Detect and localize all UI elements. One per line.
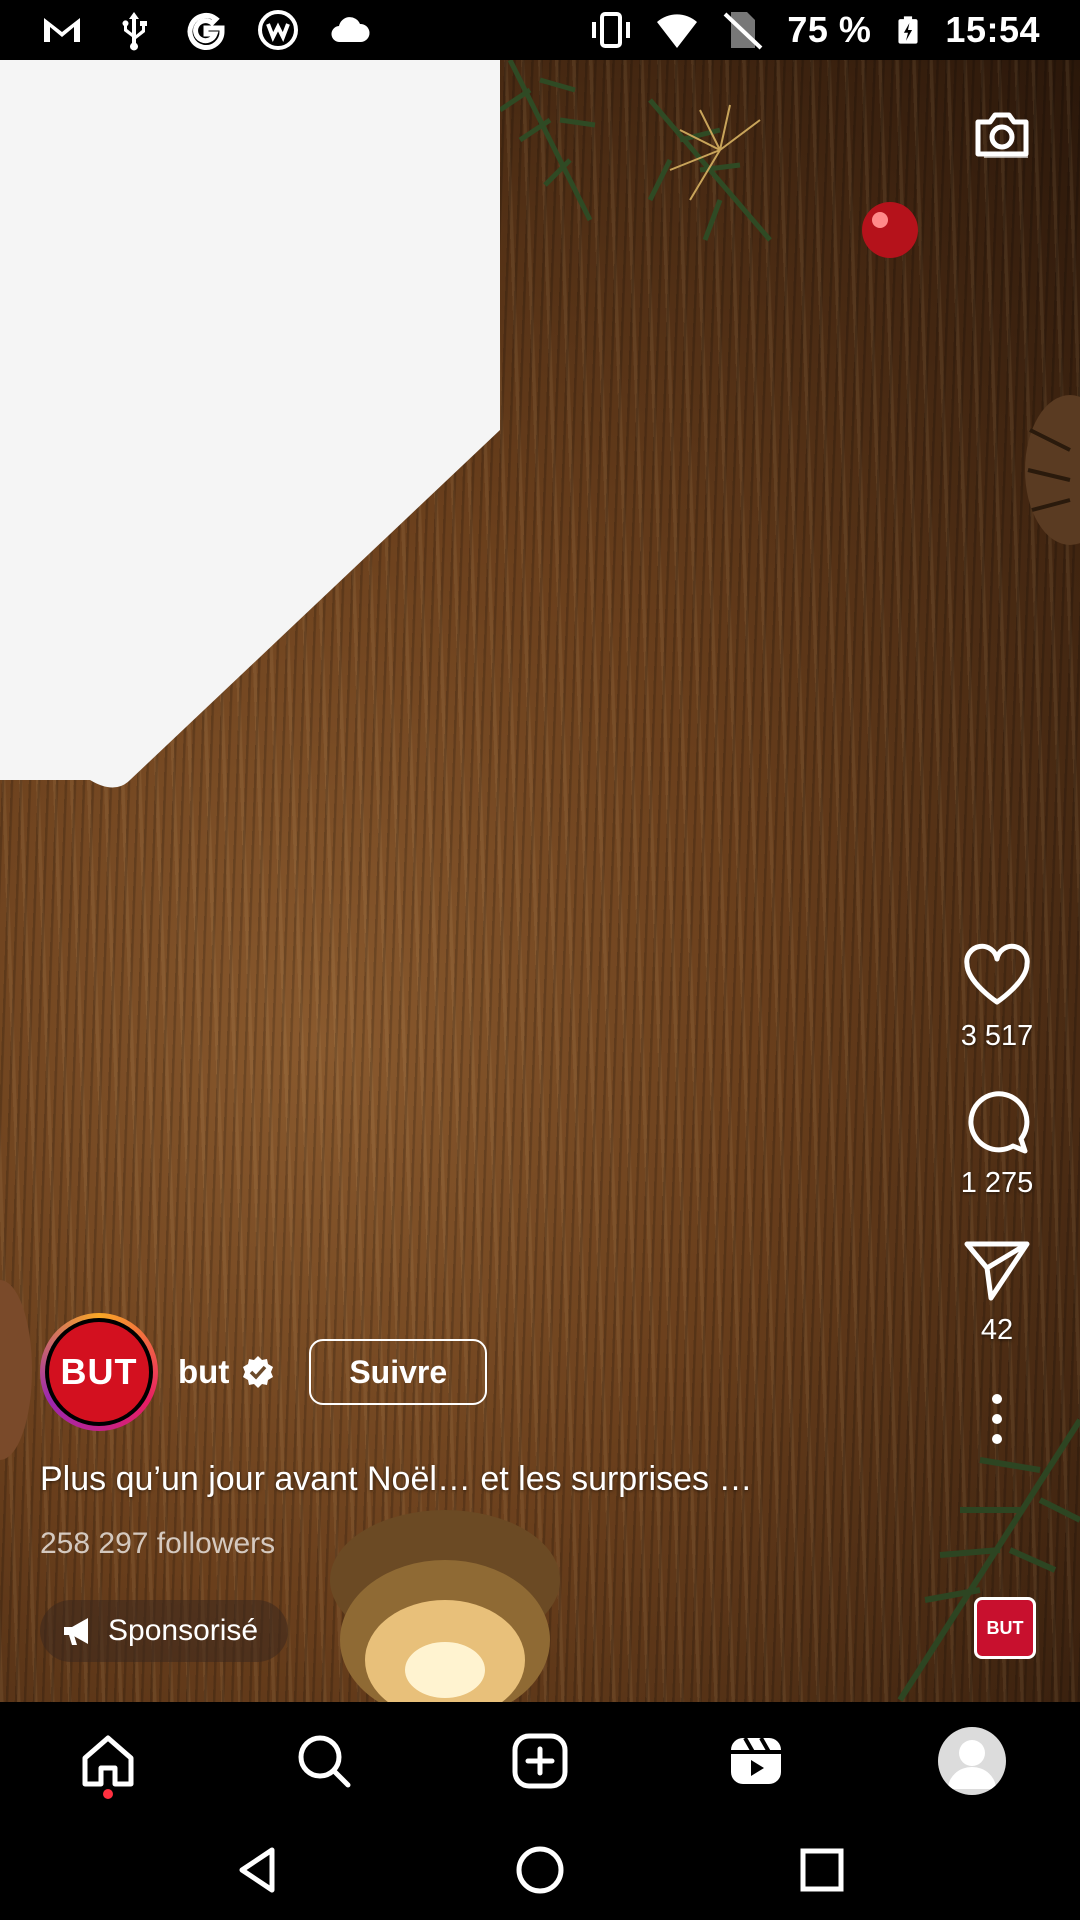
but-logo: BUT [49,1322,149,1422]
audio-thumbnail-label: BUT [986,1617,1024,1638]
battery-percent: 75 % [787,9,872,50]
home-circle-icon[interactable] [514,1844,566,1896]
heart-icon[interactable] [961,940,1033,1012]
pine-cone-decoration [1025,395,1080,545]
share-action[interactable]: 42 [961,1234,1033,1347]
default-avatar-icon [948,1740,996,1789]
clock: 15:54 [945,9,1040,50]
status-right-icons: 75 % 15:54 [589,8,1040,52]
cloud-icon [331,17,370,43]
home-icon[interactable] [77,1730,139,1792]
create-icon[interactable] [509,1730,571,1792]
status-left-icons [40,8,372,52]
bottom-navigation [0,1702,1080,1820]
nav-reels[interactable] [716,1721,796,1801]
author-avatar-border: BUT [45,1318,153,1426]
audio-thumbnail[interactable]: BUT [974,1597,1036,1659]
verified-badge-icon [243,1356,274,1388]
camera-icon[interactable] [970,102,1034,166]
megaphone-icon [64,1618,88,1645]
nav-profile[interactable] [932,1721,1012,1801]
reel-actions: 3 517 1 275 42 [942,940,1052,1449]
nav-search[interactable] [284,1721,364,1801]
share-count: 42 [980,1314,1014,1346]
nav-home[interactable] [68,1721,148,1801]
reels-icon[interactable] [725,1730,787,1792]
comment-icon[interactable] [961,1087,1033,1159]
author-username[interactable]: but [178,1353,229,1391]
sponsored-badge[interactable]: Sponsorisé [40,1600,289,1662]
like-action[interactable]: 3 517 [960,940,1034,1053]
follower-count: 258 297 followers [40,1527,276,1560]
comment-action[interactable]: 1 275 [960,1087,1034,1200]
more-options-icon[interactable] [987,1389,1007,1449]
google-icon [187,13,225,50]
follow-button[interactable]: Suivre [309,1339,488,1405]
author-avatar[interactable]: BUT [40,1313,158,1431]
search-icon[interactable] [293,1730,355,1792]
profile-avatar[interactable] [938,1727,1006,1795]
instagram-reels-screen: 75 % 15:54 3 517 1 275 42 BUT BUT but Su… [0,0,1080,1920]
reel-caption[interactable]: Plus qu’un jour avant Noël… et les surpr… [40,1460,752,1499]
pine-branch-decoration [500,60,918,258]
back-icon[interactable] [232,1844,284,1896]
app-icon [258,10,298,50]
comment-count: 1 275 [960,1167,1034,1199]
author-row: BUT but Suivre [40,1313,488,1431]
white-shelf-shape [0,60,500,788]
ornament-left-decoration [0,1280,32,1460]
no-sim-icon [723,12,763,50]
usb-icon [122,12,147,51]
nav-create[interactable] [500,1721,580,1801]
sponsored-label: Sponsorisé [108,1614,259,1647]
recents-icon[interactable] [796,1844,848,1896]
system-navigation [0,1820,1080,1920]
reel-video[interactable] [0,60,1080,1702]
like-count: 3 517 [960,1020,1034,1052]
gmail-icon [44,18,80,42]
battery-charging-icon [898,16,918,44]
home-notification-dot [103,1789,113,1799]
candle-decoration [330,1510,560,1702]
send-icon[interactable] [961,1234,1033,1306]
status-bar: 75 % 15:54 [0,0,1080,60]
wifi-icon [657,14,698,48]
vibrate-icon [592,12,631,48]
